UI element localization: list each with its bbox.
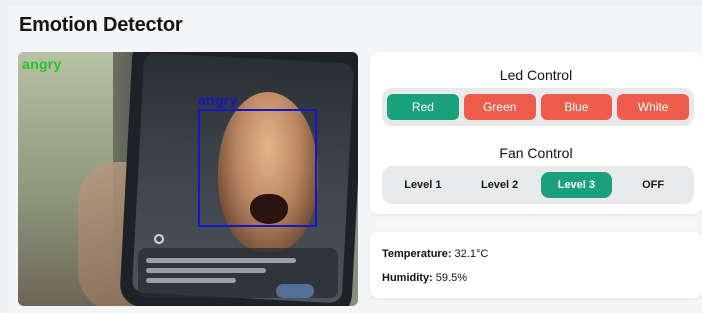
temperature-label: Temperature: [382, 248, 452, 260]
led-white-button[interactable]: White [617, 94, 689, 120]
humidity-label: Humidity: [382, 272, 433, 284]
temperature-row: Temperature: 32.1°C [382, 248, 488, 260]
caption-line [146, 278, 236, 283]
app-window: Emotion Detector angry angry Led Control… [8, 6, 702, 313]
sensor-card: Temperature: 32.1°C Humidity: 59.5% [370, 232, 702, 298]
controls-card: Led Control Red Green Blue White Fan Con… [370, 52, 702, 214]
fan-control-group: Level 1 Level 2 Level 3 OFF [382, 166, 694, 204]
fan-level-3-button[interactable]: Level 3 [540, 172, 613, 198]
led-control-group: Red Green Blue White [382, 88, 694, 126]
fan-level-1-button[interactable]: Level 1 [387, 172, 459, 198]
caption-line [146, 268, 266, 273]
humidity-value: 59.5% [435, 272, 467, 284]
face-bounding-box [198, 109, 317, 227]
fan-level-2-button[interactable]: Level 2 [464, 172, 536, 198]
frame-emotion-label: angry [22, 56, 62, 72]
led-control-title: Led Control [499, 67, 573, 83]
camera-icon [154, 234, 164, 244]
fan-off-button[interactable]: OFF [617, 172, 689, 198]
fan-control-title: Fan Control [499, 145, 573, 161]
caption-line [146, 258, 296, 263]
led-blue-button[interactable]: Blue [540, 94, 613, 120]
phone-caption-button [276, 284, 314, 298]
camera-feed: angry angry [18, 52, 358, 306]
humidity-row: Humidity: 59.5% [382, 272, 467, 284]
led-red-button[interactable]: Red [387, 94, 459, 120]
page-title: Emotion Detector [19, 14, 183, 36]
temperature-value: 32.1°C [454, 248, 489, 260]
led-green-button[interactable]: Green [463, 94, 536, 120]
face-emotion-label: angry [198, 92, 238, 108]
